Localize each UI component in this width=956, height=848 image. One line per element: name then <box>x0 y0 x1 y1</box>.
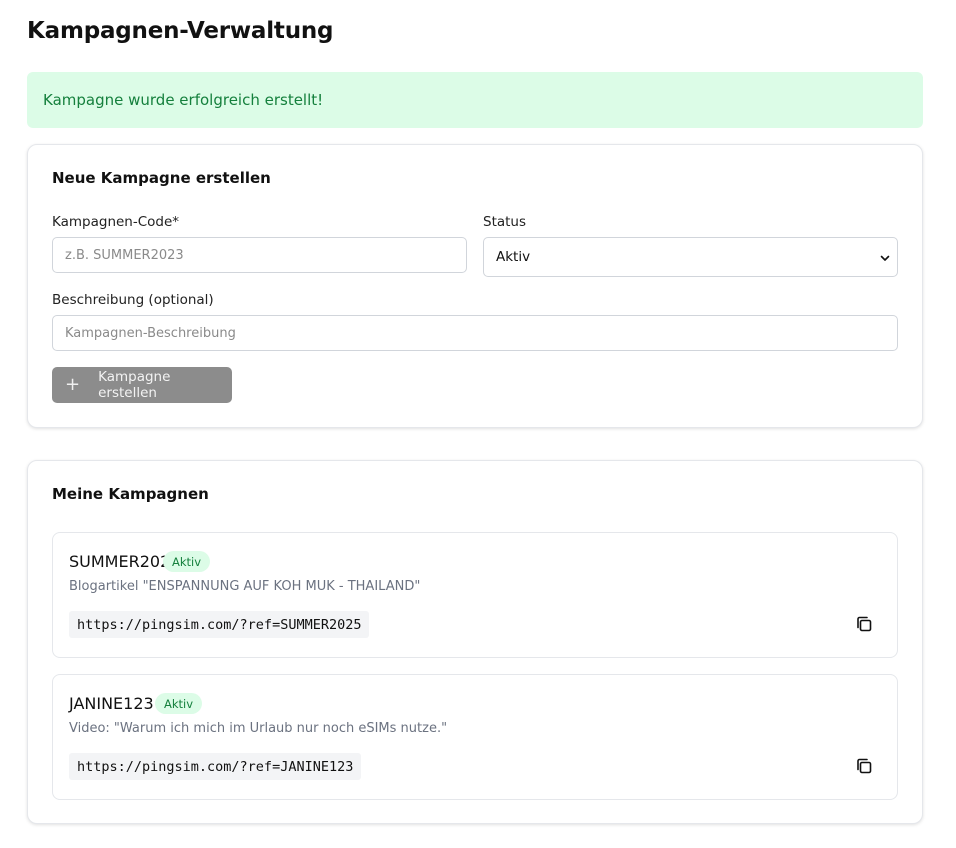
create-campaign-button-label: Kampagne erstellen <box>98 369 171 401</box>
campaign-code: JANINE123 <box>69 694 154 713</box>
campaign-code-label: Kampagnen-Code* <box>52 214 180 230</box>
description-label: Beschreibung (optional) <box>52 292 214 308</box>
chevron-down-icon <box>880 255 890 261</box>
campaign-url[interactable]: https://pingsim.com/?ref=JANINE123 <box>69 753 362 780</box>
create-campaign-card: Neue Kampagne erstellen Kampagnen-Code* … <box>27 144 923 428</box>
success-alert: Kampagne wurde erfolgreich erstellt! <box>27 72 923 128</box>
my-campaigns-title: Meine Kampagnen <box>52 485 209 503</box>
description-input[interactable] <box>52 315 898 351</box>
campaign-description: Blogartikel "ENSPANNUNG AUF KOH MUK - TH… <box>69 579 421 594</box>
plus-icon: + <box>65 374 81 395</box>
campaign-description: Video: "Warum ich mich im Urlaub nur noc… <box>69 721 448 736</box>
status-badge: Aktiv <box>155 693 203 714</box>
copy-icon[interactable] <box>855 757 873 775</box>
page-title: Kampagnen-Verwaltung <box>27 18 334 44</box>
my-campaigns-card: Meine Kampagnen SUMMER2025 Aktiv Blogart… <box>27 460 923 824</box>
success-alert-message: Kampagne wurde erfolgreich erstellt! <box>43 91 324 109</box>
copy-icon[interactable] <box>855 615 873 633</box>
status-label: Status <box>483 214 527 230</box>
create-campaign-title: Neue Kampagne erstellen <box>52 169 271 187</box>
create-campaign-button[interactable]: + Kampagne erstellen <box>52 367 232 403</box>
campaign-item: SUMMER2025 Aktiv Blogartikel "ENSPANNUNG… <box>52 532 898 658</box>
campaign-code-input[interactable] <box>52 237 467 273</box>
campaign-url[interactable]: https://pingsim.com/?ref=SUMMER2025 <box>69 611 370 638</box>
status-select[interactable]: Aktiv <box>483 237 898 277</box>
campaign-item: JANINE123 Aktiv Video: "Warum ich mich i… <box>52 674 898 800</box>
status-badge: Aktiv <box>163 551 211 572</box>
status-select-value: Aktiv <box>496 249 531 265</box>
